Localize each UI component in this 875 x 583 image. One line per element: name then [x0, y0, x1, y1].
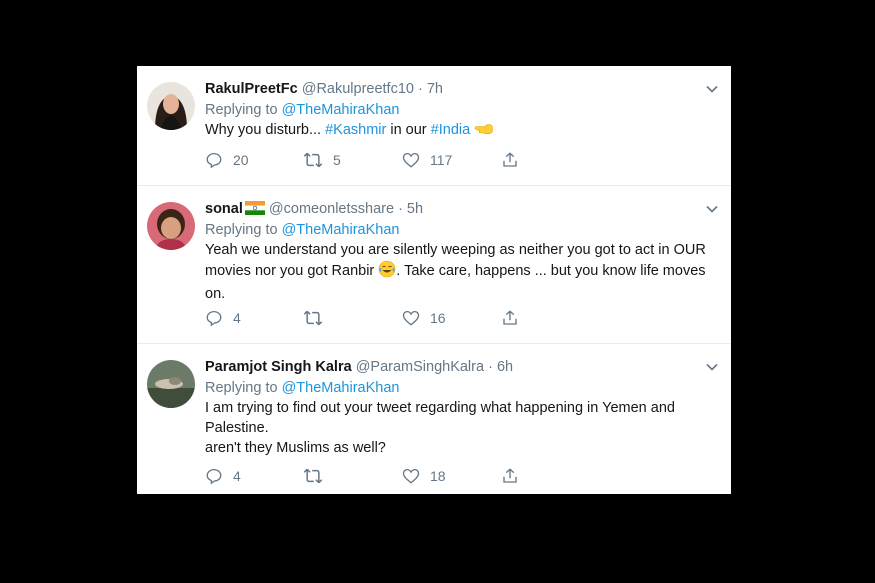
hashtag-link[interactable]: #India — [431, 122, 471, 138]
like-button[interactable]: 117 — [402, 151, 452, 169]
display-name[interactable]: sonal — [205, 201, 243, 217]
tweet-text: I am trying to find out your tweet regar… — [205, 400, 675, 456]
heart-icon — [402, 152, 420, 168]
timestamp[interactable]: · 7h — [418, 81, 443, 97]
replying-to: Replying to @TheMahiraKhan — [205, 222, 400, 238]
chevron-down-icon[interactable] — [705, 82, 719, 101]
retweet-icon — [303, 468, 323, 484]
tweet-header: Paramjot Singh Kalra @ParamSinghKalra · … — [205, 358, 719, 376]
tweet-2[interactable]: sonal @comeonletsshare · 5h Replying to … — [137, 186, 731, 344]
retweet-icon — [303, 152, 323, 168]
retweet-button[interactable]: 5 — [303, 151, 341, 169]
share-button[interactable] — [501, 309, 519, 327]
like-count: 18 — [430, 468, 446, 484]
reply-icon — [206, 310, 222, 327]
retweet-icon — [303, 310, 323, 326]
like-button[interactable]: 18 — [402, 467, 446, 485]
timestamp[interactable]: · 6h — [488, 359, 513, 375]
share-button[interactable] — [501, 467, 519, 485]
pointing-left-hand-icon — [474, 121, 494, 143]
mention-link[interactable]: @TheMahiraKhan — [282, 380, 400, 396]
retweet-button[interactable] — [303, 309, 323, 327]
reply-count: 4 — [233, 310, 241, 326]
retweet-count: 5 — [333, 152, 341, 168]
reply-button[interactable]: 4 — [205, 309, 241, 327]
tweet-actions: 20 5 117 — [205, 151, 719, 171]
avatar[interactable] — [147, 360, 195, 408]
hashtag-link[interactable]: #Kashmir — [325, 122, 386, 138]
timestamp[interactable]: · 5h — [398, 201, 423, 217]
tweet-actions: 4 16 — [205, 309, 719, 329]
heart-icon — [402, 468, 420, 484]
avatar[interactable] — [147, 202, 195, 250]
like-button[interactable]: 16 — [402, 309, 446, 327]
reply-count: 4 — [233, 468, 241, 484]
reply-count: 20 — [233, 152, 249, 168]
like-count: 16 — [430, 310, 446, 326]
share-icon — [503, 310, 517, 325]
share-button[interactable] — [501, 151, 519, 169]
mention-link[interactable]: @TheMahiraKhan — [282, 222, 400, 238]
display-name[interactable]: RakulPreetFc — [205, 81, 298, 97]
like-count: 117 — [430, 152, 453, 168]
tears-of-joy-face-icon — [378, 260, 396, 284]
tweet-header: sonal @comeonletsshare · 5h — [205, 200, 719, 218]
mention-link[interactable]: @TheMahiraKhan — [282, 102, 400, 118]
reply-button[interactable]: 20 — [205, 151, 249, 169]
reply-icon — [206, 152, 222, 169]
user-handle[interactable]: @ParamSinghKalra — [356, 359, 484, 375]
tweet-text: Yeah we understand you are silently weep… — [205, 242, 706, 302]
replying-to: Replying to @TheMahiraKhan — [205, 102, 400, 118]
user-handle[interactable]: @Rakulpreetfc10 — [302, 81, 414, 97]
reply-icon — [206, 468, 222, 485]
tweet-replies-panel: RakulPreetFc @Rakulpreetfc10 · 7h Replyi… — [137, 66, 731, 494]
retweet-button[interactable] — [303, 467, 323, 485]
display-name[interactable]: Paramjot Singh Kalra — [205, 359, 352, 375]
tweet-header: RakulPreetFc @Rakulpreetfc10 · 7h — [205, 80, 719, 98]
avatar[interactable] — [147, 82, 195, 130]
heart-icon — [402, 310, 420, 326]
share-icon — [503, 152, 517, 167]
chevron-down-icon[interactable] — [705, 202, 719, 221]
replying-to: Replying to @TheMahiraKhan — [205, 380, 400, 396]
tweet-text: Why you disturb... #Kashmir in our #Indi… — [205, 120, 719, 143]
share-icon — [503, 468, 517, 483]
chevron-down-icon[interactable] — [705, 360, 719, 379]
tweet-3[interactable]: Paramjot Singh Kalra @ParamSinghKalra · … — [137, 344, 731, 494]
user-handle[interactable]: @comeonletsshare — [269, 201, 394, 217]
reply-button[interactable]: 4 — [205, 467, 241, 485]
tweet-1[interactable]: RakulPreetFc @Rakulpreetfc10 · 7h Replyi… — [137, 66, 731, 186]
india-flag-icon — [244, 201, 265, 215]
tweet-actions: 4 18 — [205, 467, 719, 487]
